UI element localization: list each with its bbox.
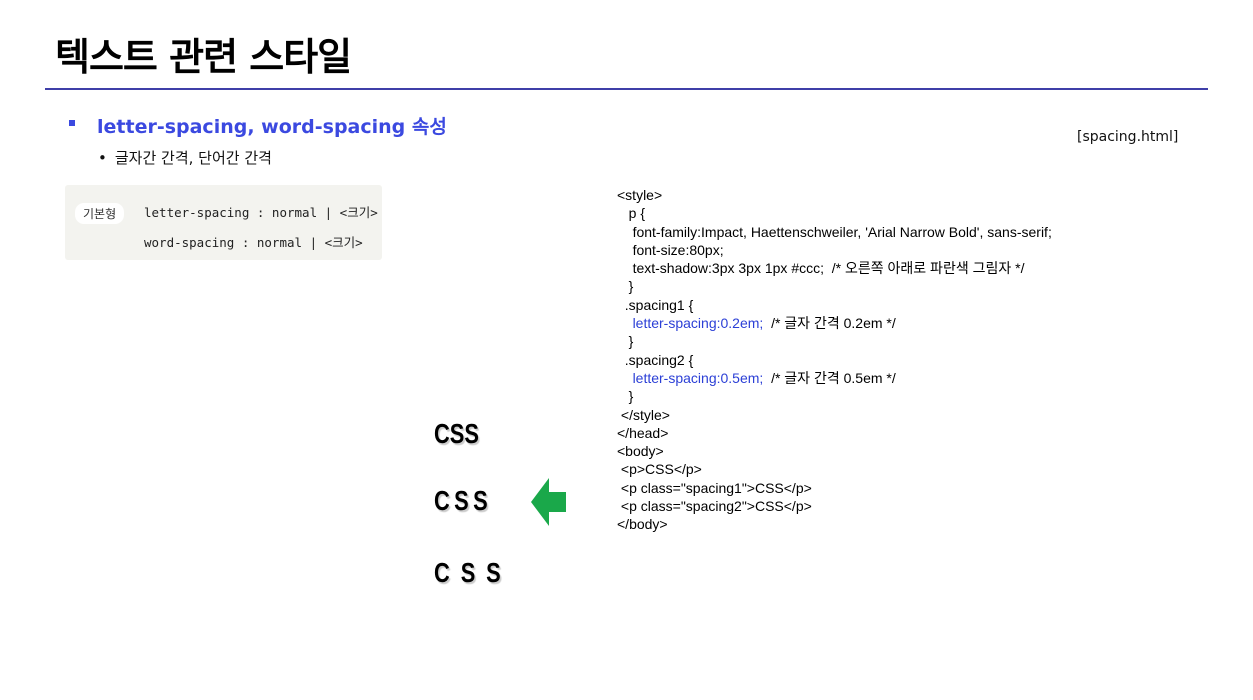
code-line: <p class="spacing1">CSS</p> (617, 479, 1052, 497)
code-line: letter-spacing:0.5em; /* 글자 간격 0.5em */ (617, 369, 1052, 387)
code-line: <style> (617, 186, 1052, 204)
code-text: </head> (617, 424, 669, 441)
code-text: .spacing1 { (624, 296, 694, 313)
code-line: } (617, 277, 1052, 295)
code-highlight: letter-spacing:0.2em; (632, 315, 764, 332)
code-text: <p class="spacing2">CSS</p> (620, 498, 812, 515)
code-line: font-size:80px; (617, 241, 1052, 259)
code-text: /* 글자 간격 0.5em */ (763, 369, 896, 386)
code-text: .spacing2 { (624, 351, 694, 368)
code-line: <p class="spacing2">CSS</p> (617, 497, 1052, 515)
code-text: } (628, 388, 634, 405)
title-divider (45, 88, 1208, 90)
code-line: .spacing1 { (617, 296, 1052, 314)
code-text: </body> (617, 516, 668, 533)
code-text: <p>CSS</p> (620, 461, 702, 478)
code-text: p { (628, 205, 646, 222)
code-line: p { (617, 204, 1052, 222)
code-text: font-size:80px; (632, 241, 724, 258)
code-text: <body> (617, 443, 664, 460)
code-line: letter-spacing:0.2em; /* 글자 간격 0.2em */ (617, 314, 1052, 332)
source-filename: [spacing.html] (1077, 129, 1179, 145)
demo-text-spacing1: CSS (434, 485, 493, 516)
syntax-box: 기본형 letter-spacing : normal | <크기> word-… (65, 185, 382, 260)
code-line: </style> (617, 406, 1052, 424)
sub-bullet-item: • 글자간 간격, 단어간 간격 (98, 147, 272, 168)
code-text: <style> (617, 187, 663, 203)
code-line: <body> (617, 442, 1052, 460)
syntax-line-letter-spacing: letter-spacing : normal | <크기> (144, 205, 378, 220)
code-line: font-family:Impact, Haettenschweiler, 'A… (617, 223, 1052, 241)
section-heading: letter-spacing, word-spacing 속성 (97, 116, 447, 138)
code-text: text-shadow:3px 3px 1px #ccc; /* 오른쪽 아래로… (632, 260, 1025, 277)
syntax-badge: 기본형 (75, 203, 125, 224)
code-text: font-family:Impact, Haettenschweiler, 'A… (632, 223, 1052, 240)
sub-bullet-text: 글자간 간격, 단어간 간격 (114, 149, 272, 167)
syntax-line-word-spacing: word-spacing : normal | <크기> (144, 235, 363, 250)
bullet-dot: • (98, 149, 107, 167)
code-text: <p class="spacing1">CSS</p> (620, 479, 812, 496)
arrow-left-icon (531, 478, 566, 526)
code-text: /* 글자 간격 0.2em */ (763, 315, 896, 332)
page-title: 텍스트 관련 스타일 (55, 35, 352, 79)
bullet-square-icon (69, 120, 75, 126)
code-text: } (628, 333, 634, 350)
code-line: .spacing2 { (617, 351, 1052, 369)
code-listing: <style> p { font-family:Impact, Haettens… (617, 186, 1052, 534)
code-line: text-shadow:3px 3px 1px #ccc; /* 오른쪽 아래로… (617, 259, 1052, 277)
demo-text-normal: CSS (434, 418, 479, 449)
code-line: </body> (617, 515, 1052, 533)
demo-text-spacing2: CSS (434, 557, 512, 588)
code-line: } (617, 387, 1052, 405)
code-line: <p>CSS</p> (617, 460, 1052, 478)
code-text: } (628, 278, 634, 295)
code-text: </style> (620, 406, 670, 423)
code-highlight: letter-spacing:0.5em; (632, 369, 764, 386)
code-line: } (617, 332, 1052, 350)
code-line: </head> (617, 424, 1052, 442)
